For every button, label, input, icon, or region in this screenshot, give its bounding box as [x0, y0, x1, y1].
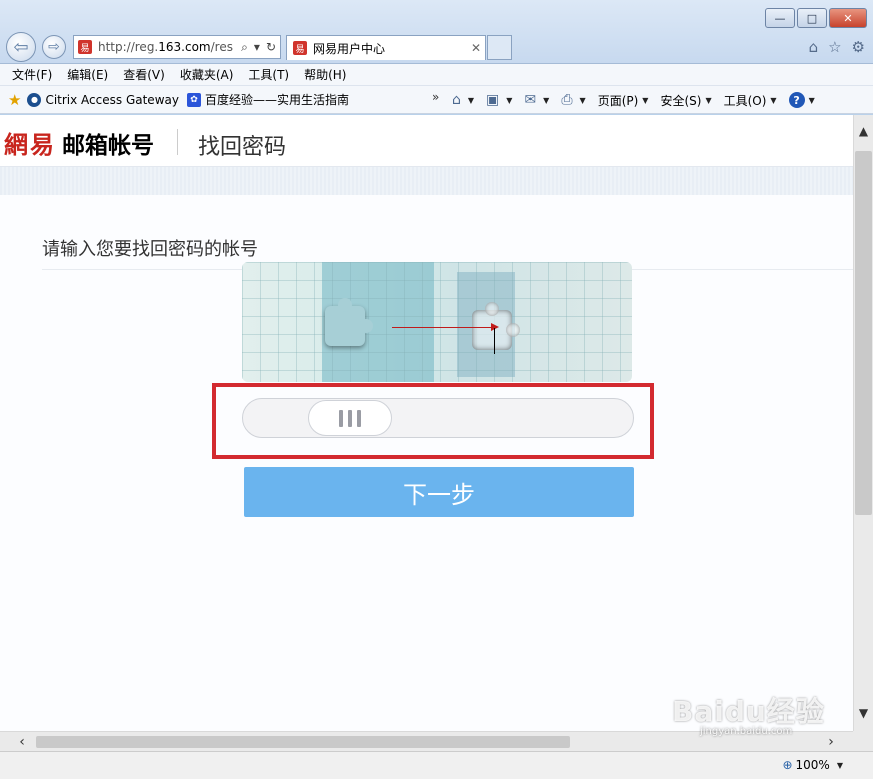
menu-favorites[interactable]: 收藏夹(A)	[180, 66, 234, 83]
home-icon: ⌂	[452, 92, 461, 108]
chevron-down-icon[interactable]: ▾	[254, 40, 260, 55]
menu-edit[interactable]: 编辑(E)	[67, 66, 108, 83]
home-command[interactable]: ⌂ ▼	[452, 92, 474, 108]
page-menu[interactable]: 页面(P) ▼	[598, 92, 649, 109]
drag-direction-arrow	[392, 323, 499, 331]
page-viewport: 網易 邮箱帐号 找回密码 请输入您要找回密码的帐号 下一步	[0, 115, 853, 731]
window-controls: — □ ✕	[763, 8, 867, 28]
scroll-right-icon[interactable]: ›	[821, 732, 841, 752]
scroll-down-icon[interactable]: ▼	[854, 703, 873, 723]
favorites-star-icon[interactable]: ☆	[828, 38, 841, 56]
help-icon: ?	[788, 92, 805, 108]
print-command[interactable]: ⎙ ▼	[561, 92, 585, 108]
help-menu[interactable]: ? ▼	[788, 92, 815, 108]
baidu-watermark: Baidu经验	[672, 695, 825, 728]
feeds-command[interactable]: ▣ ▼	[486, 92, 512, 108]
account-prompt: 请输入您要找回密码的帐号	[42, 239, 258, 260]
tab-favicon-icon: 易	[293, 41, 307, 55]
status-bar: ⊕ 100% ▼	[0, 751, 873, 779]
captcha-puzzle-image	[242, 262, 632, 382]
puzzle-piece	[325, 298, 373, 346]
rss-feed-icon: ▣	[486, 92, 500, 108]
address-bar[interactable]: 易 http://reg.163.com/res ⌕ ▾ ↻	[73, 35, 281, 59]
favorite-citrix[interactable]: ● Citrix Access Gateway	[27, 92, 179, 107]
scroll-up-icon[interactable]: ▲	[854, 121, 873, 141]
menu-file[interactable]: 文件(F)	[12, 66, 52, 83]
menu-view[interactable]: 查看(V)	[123, 66, 165, 83]
menu-bar: 文件(F) 编辑(E) 查看(V) 收藏夹(A) 工具(T) 帮助(H)	[0, 64, 873, 86]
scroll-left-icon[interactable]: ‹	[12, 732, 32, 752]
safety-menu[interactable]: 安全(S) ▼	[660, 92, 711, 109]
captcha-slider-track[interactable]	[242, 398, 634, 438]
favorite-baidu-jingyan[interactable]: ✿ 百度经验——实用生活指南	[186, 91, 349, 108]
favorites-bar: ★ ● Citrix Access Gateway ✿ 百度经验——实用生活指南…	[0, 86, 873, 114]
close-button[interactable]: ✕	[829, 8, 867, 28]
menu-tools[interactable]: 工具(T)	[248, 66, 289, 83]
vertical-scrollbar[interactable]: ▲ ▼	[853, 115, 873, 731]
page-title: 找回密码	[198, 135, 287, 160]
refresh-icon[interactable]: ↻	[266, 40, 276, 55]
command-bar: ⌂ ▼ ▣ ▼ ✉ ▼ ⎙ ▼ 页面(P) ▼ 安全(S) ▼ 工具(O) ▼ ? ▼	[452, 86, 823, 114]
next-step-button[interactable]: 下一步	[244, 467, 634, 517]
forward-button[interactable]: ⇨	[42, 35, 66, 59]
back-button[interactable]: ⇦	[6, 32, 36, 62]
address-url[interactable]: http://reg.163.com/res	[98, 40, 237, 54]
netease-logo[interactable]: 網易 邮箱帐号	[4, 125, 154, 160]
maximize-button[interactable]: □	[797, 8, 827, 28]
tools-menu[interactable]: 工具(O) ▼	[724, 92, 777, 109]
vertical-scroll-thumb[interactable]	[855, 151, 872, 515]
site-favicon-icon: 易	[78, 40, 92, 54]
tab-close-icon[interactable]: ✕	[467, 41, 485, 55]
favorites-overflow-icon[interactable]: »	[432, 90, 439, 104]
site-header: 網易 邮箱帐号 找回密码	[0, 115, 853, 167]
mail-command[interactable]: ✉ ▼	[524, 92, 549, 108]
search-icon[interactable]: ⌕	[241, 40, 248, 55]
captcha-slider-handle[interactable]	[308, 400, 392, 436]
add-favorite-star-icon[interactable]: ★	[8, 91, 21, 109]
mail-icon: ✉	[524, 92, 537, 108]
header-stripe	[0, 167, 853, 195]
tab-title: 网易用户中心	[313, 41, 386, 56]
gear-icon[interactable]: ⚙	[852, 38, 865, 56]
menu-help[interactable]: 帮助(H)	[304, 66, 346, 83]
chevron-down-icon: ▼	[836, 760, 843, 770]
arrow-right-icon: ⇨	[48, 39, 60, 55]
browser-titlebar: — □ ✕ ⇦ ⇨ 易 http://reg.163.com/res ⌕ ▾ ↻…	[0, 0, 873, 64]
browser-tab[interactable]: 易 网易用户中心 ✕	[286, 35, 486, 60]
citrix-icon: ●	[27, 92, 42, 107]
grip-icon	[339, 409, 343, 427]
minimize-button[interactable]: —	[765, 8, 795, 28]
zoom-magnifier-icon: ⊕	[782, 758, 793, 772]
home-icon[interactable]: ⌂	[809, 38, 819, 56]
baidu-paw-icon: ✿	[186, 92, 201, 107]
zoom-control[interactable]: ⊕ 100% ▼	[782, 758, 843, 772]
header-divider	[177, 129, 178, 155]
text-cursor	[494, 328, 495, 354]
arrow-left-icon: ⇦	[13, 36, 29, 58]
new-tab-button[interactable]	[487, 35, 512, 60]
printer-icon: ⎙	[561, 92, 573, 108]
baidu-watermark-url: jingyan.baidu.com	[700, 726, 793, 737]
horizontal-scroll-thumb[interactable]	[36, 736, 570, 748]
